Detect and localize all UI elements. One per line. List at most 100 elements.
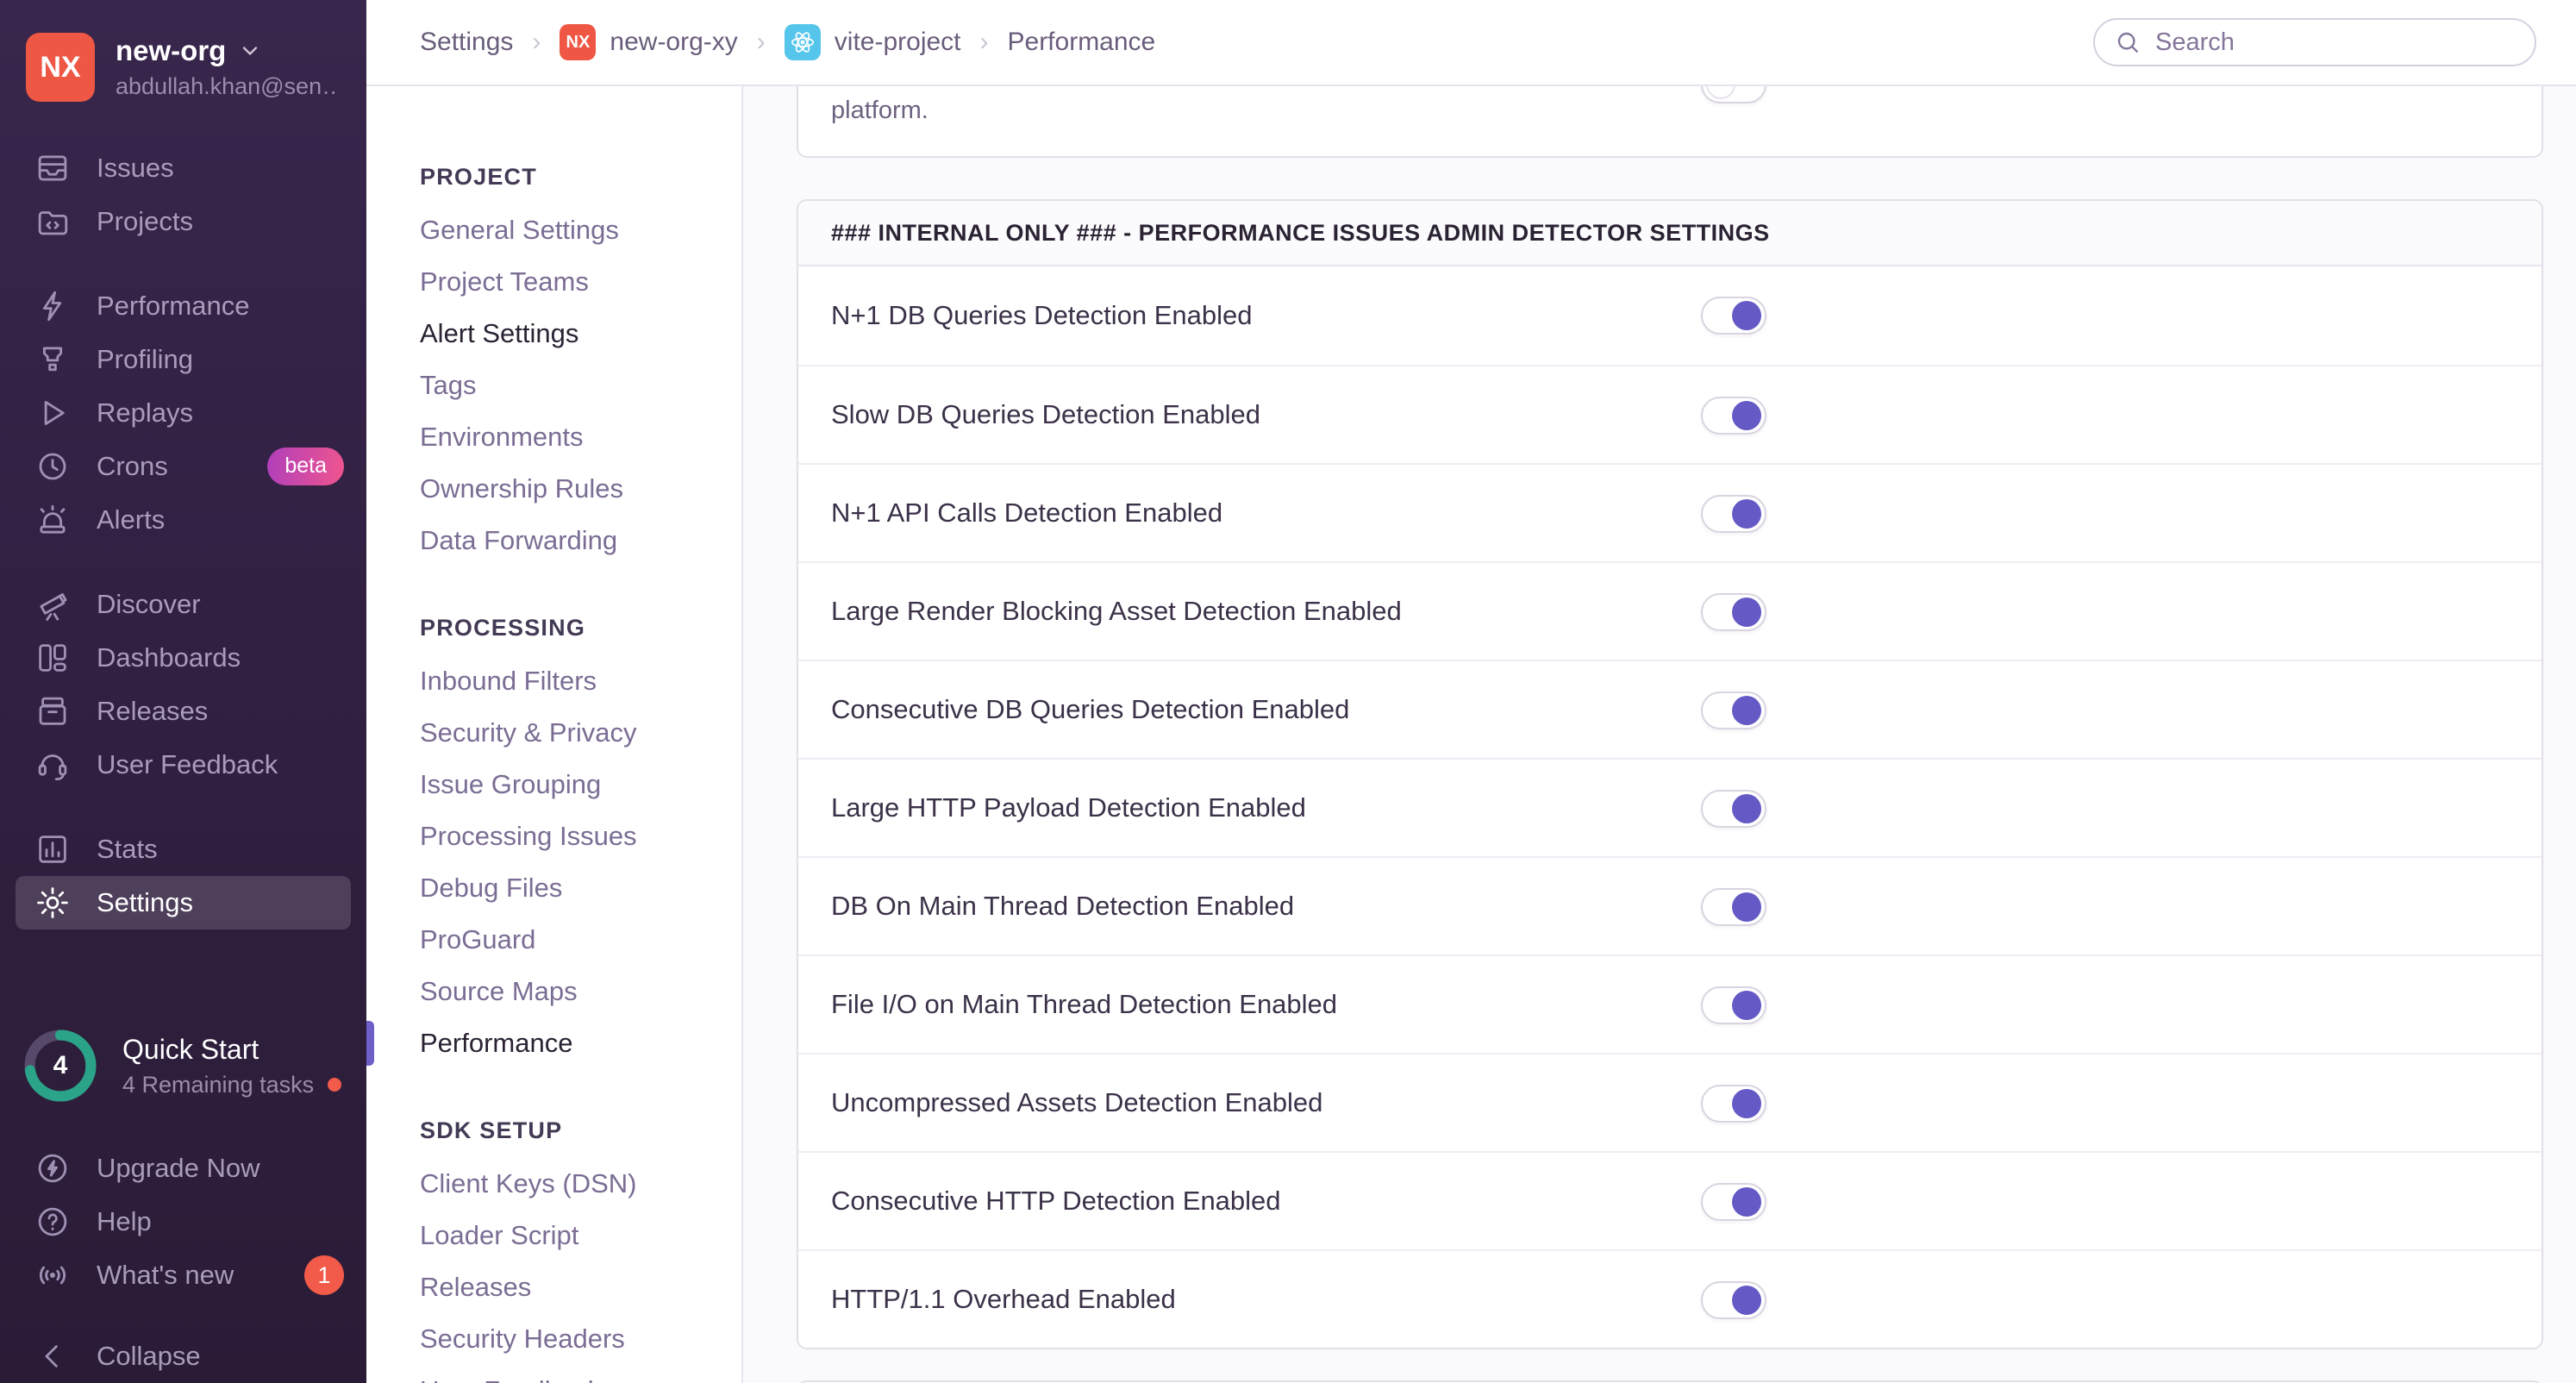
sidebar-item-settings[interactable]: Settings — [16, 876, 351, 929]
settings-nav-item-source-maps[interactable]: Source Maps — [366, 966, 741, 1017]
detector-row-n-1-db-queries-detection-enabled: N+1 DB Queries Detection Enabled — [798, 266, 2542, 365]
sidebar-item-replays[interactable]: Replays — [0, 386, 366, 440]
detector-row-large-http-payload-detection-enabled: Large HTTP Payload Detection Enabled — [798, 758, 2542, 856]
breadcrumb-item-performance[interactable]: Performance — [1008, 28, 1156, 57]
settings-nav-item-environments[interactable]: Environments — [366, 411, 741, 463]
partial-card-toggle[interactable] — [1701, 86, 1766, 103]
http-1-1-overhead-enabled-toggle[interactable] — [1701, 1281, 1766, 1319]
settings-nav-item-general-settings[interactable]: General Settings — [366, 204, 741, 256]
sidebar-item-label: Performance — [97, 291, 250, 321]
detector-row-n-1-api-calls-detection-enabled: N+1 API Calls Detection Enabled — [798, 463, 2542, 561]
settings-nav-item-ownership-rules[interactable]: Ownership Rules — [366, 463, 741, 515]
detector-row-consecutive-http-detection-enabled: Consecutive HTTP Detection Enabled — [798, 1151, 2542, 1249]
detector-row-label: Uncompressed Assets Detection Enabled — [831, 1087, 1323, 1117]
sidebar-item-profiling[interactable]: Profiling — [0, 333, 366, 386]
main-sidebar: NX new-org abdullah.khan@sen… Issues Proj… — [0, 0, 366, 1383]
sidebar-item-crons[interactable]: Crons beta — [0, 440, 366, 493]
settings-nav-item-releases[interactable]: Releases — [366, 1261, 741, 1313]
toggle-knob — [1732, 499, 1761, 529]
sidebar-item-user-feedback[interactable]: User Feedback — [0, 738, 366, 792]
alerts-icon — [34, 502, 71, 538]
sidebar-item-performance[interactable]: Performance — [0, 279, 366, 333]
sidebar-item-projects[interactable]: Projects — [0, 195, 366, 248]
sidebar-nav-group: Discover Dashboards Releases User Feedback — [0, 578, 366, 792]
partial-card-text: platform. — [831, 97, 928, 124]
sidebar-item-collapse[interactable]: Collapse — [0, 1330, 366, 1383]
toggle-knob — [1732, 892, 1761, 922]
sidebar-item-what-s-new[interactable]: What's new 1 — [0, 1248, 366, 1302]
consecutive-http-detection-enabled-toggle[interactable] — [1701, 1183, 1766, 1221]
sidebar-item-releases[interactable]: Releases — [0, 685, 366, 738]
detector-row-http-1-1-overhead-enabled: HTTP/1.1 Overhead Enabled — [798, 1249, 2542, 1348]
quick-start-panel[interactable]: 4 Quick Start 4 Remaining tasks — [0, 1028, 366, 1104]
db-on-main-thread-detection-enabled-toggle[interactable] — [1701, 888, 1766, 926]
settings-nav-item-user-feedback[interactable]: User Feedback — [366, 1365, 741, 1383]
toggle-knob — [1732, 598, 1761, 627]
settings-nav-item-tags[interactable]: Tags — [366, 360, 741, 411]
settings-nav-item-proguard[interactable]: ProGuard — [366, 914, 741, 966]
detector-row-label: File I/O on Main Thread Detection Enable… — [831, 989, 1338, 1019]
org-email: abdullah.khan@sen… — [116, 73, 340, 99]
beta-badge: beta — [267, 447, 344, 485]
sidebar-item-issues[interactable]: Issues — [0, 141, 366, 195]
detector-row-db-on-main-thread-detection-enabled: DB On Main Thread Detection Enabled — [798, 856, 2542, 954]
toggle-knob — [1732, 301, 1761, 330]
breadcrumb-separator-icon: › — [979, 28, 989, 56]
detector-row-label: N+1 DB Queries Detection Enabled — [831, 300, 1253, 330]
sidebar-item-stats[interactable]: Stats — [0, 823, 366, 876]
breadcrumb-item-vite-project[interactable]: vite-project — [784, 24, 961, 60]
sidebar-item-dashboards[interactable]: Dashboards — [0, 631, 366, 685]
settings-nav-item-data-forwarding[interactable]: Data Forwarding — [366, 515, 741, 566]
sidebar-item-label: What's new — [97, 1260, 234, 1290]
sidebar-item-label: Dashboards — [97, 642, 241, 673]
org-switcher[interactable]: NX new-org abdullah.khan@sen… — [0, 22, 366, 110]
sidebar-item-discover[interactable]: Discover — [0, 578, 366, 631]
consecutive-db-queries-detection-enabled-toggle[interactable] — [1701, 692, 1766, 729]
large-render-blocking-asset-detection-enabled-toggle[interactable] — [1701, 593, 1766, 631]
settings-nav-item-client-keys-dsn[interactable]: Client Keys (DSN) — [366, 1158, 741, 1210]
uncompressed-assets-detection-enabled-toggle[interactable] — [1701, 1085, 1766, 1123]
breadcrumb-item-new-org-xy[interactable]: NX new-org-xy — [560, 24, 738, 60]
quick-start-count: 4 — [53, 1051, 68, 1079]
sidebar-item-alerts[interactable]: Alerts — [0, 493, 366, 547]
detector-row-uncompressed-assets-detection-enabled: Uncompressed Assets Detection Enabled — [798, 1053, 2542, 1151]
settings-nav-item-security-headers[interactable]: Security Headers — [366, 1313, 741, 1365]
settings-nav-item-processing-issues[interactable]: Processing Issues — [366, 810, 741, 862]
settings-nav-item-inbound-filters[interactable]: Inbound Filters — [366, 655, 741, 707]
detector-rows: N+1 DB Queries Detection Enabled Slow DB … — [798, 266, 2542, 1348]
settings-nav-item-security-privacy[interactable]: Security & Privacy — [366, 707, 741, 759]
search-input[interactable] — [2155, 28, 2516, 57]
large-http-payload-detection-enabled-toggle[interactable] — [1701, 790, 1766, 828]
settings-body: PROJECT General Settings Project Teams Aler… — [366, 86, 2576, 1383]
n-1-api-calls-detection-enabled-toggle[interactable] — [1701, 495, 1766, 533]
quick-start-title: Quick Start — [122, 1033, 259, 1065]
settings-nav-item-performance[interactable]: Performance — [366, 1017, 741, 1069]
n-1-db-queries-detection-enabled-toggle[interactable] — [1701, 297, 1766, 335]
settings-nav-item-issue-grouping[interactable]: Issue Grouping — [366, 759, 741, 810]
settings-nav-item-alert-settings[interactable]: Alert Settings — [366, 308, 741, 360]
settings-nav-item-loader-script[interactable]: Loader Script — [366, 1210, 741, 1261]
sidebar-item-label: Upgrade Now — [97, 1153, 260, 1183]
file-i-o-on-main-thread-detection-enabled-toggle[interactable] — [1701, 986, 1766, 1024]
settings-wrap: Settings › NX new-org-xy › vite-project › Perfo… — [366, 0, 2576, 1383]
detector-row-consecutive-db-queries-detection-enabled: Consecutive DB Queries Detection Enabled — [798, 660, 2542, 758]
top-header: Settings › NX new-org-xy › vite-project › Perfo… — [366, 0, 2576, 86]
settings-icon — [34, 885, 71, 921]
sidebar-item-label: Help — [97, 1206, 152, 1236]
toggle-knob — [1732, 1089, 1761, 1118]
react-project-icon — [784, 24, 821, 60]
settings-content: platform. ### INTERNAL ONLY ### - PERFOR… — [743, 86, 2576, 1383]
sidebar-item-upgrade-now[interactable]: Upgrade Now — [0, 1142, 366, 1195]
org-meta: new-org abdullah.khan@sen… — [116, 34, 340, 100]
org-name: new-org — [116, 34, 227, 66]
breadcrumb-item-settings[interactable]: Settings — [420, 28, 513, 57]
notification-count-badge: 1 — [304, 1255, 344, 1295]
upgrade-icon — [34, 1150, 71, 1186]
settings-nav-item-debug-files[interactable]: Debug Files — [366, 862, 741, 914]
slow-db-queries-detection-enabled-toggle[interactable] — [1701, 397, 1766, 435]
settings-nav-section-title: PROCESSING — [420, 615, 586, 641]
sidebar-item-help[interactable]: Help — [0, 1195, 366, 1248]
dashboards-icon — [34, 640, 71, 676]
settings-nav-item-project-teams[interactable]: Project Teams — [366, 256, 741, 308]
